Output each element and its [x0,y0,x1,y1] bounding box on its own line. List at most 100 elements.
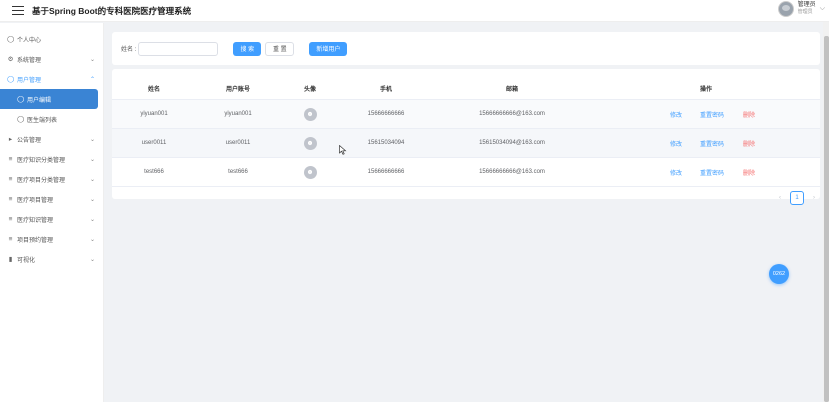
table-row: user0011 user0011 ☻ 15615034094 15615034… [112,129,820,158]
sidebar-item-label: 可视化 [17,257,36,264]
edit-link[interactable]: 修改 [670,129,682,157]
chevron-down-icon: ⌄ [89,156,95,163]
column-header: 操作 [699,87,712,93]
cell-phone: 15666666666 [367,169,405,175]
user-icon: ◯ [7,76,15,83]
sidebar-item-knowledge[interactable]: ≡ 医疗知识管理 ⌄ [0,209,103,229]
main-content: 姓名 : 搜 索 重 置 新增用户 姓名 用户账号 头像 手机 邮箱 操作 yi… [112,32,820,205]
sidebar-item-label: 公告管理 [17,137,42,144]
user-icon: ◯ [17,116,25,123]
chevron-down-icon: ⌄ [89,176,95,183]
chevron-down-icon: ⌄ [89,56,95,63]
sidebar-item-projects[interactable]: ≡ 医疗项目管理 ⌄ [0,189,103,209]
cell-account: test666 [228,169,248,175]
cell-email: 15615034094@163.com [479,140,545,146]
delete-link[interactable]: 删除 [743,158,755,186]
sidebar-item-label: 系统管理 [17,57,42,64]
user-table: 姓名 用户账号 头像 手机 邮箱 操作 yiyuan001 yiyuan001 … [112,69,820,199]
cell-account: yiyuan001 [224,111,252,117]
table-row: test666 test666 ☻ 15666666666 1566666666… [112,158,820,187]
list-icon: ≡ [8,155,13,163]
cell-email: 15666666666@163.com [479,111,545,117]
sidebar-item-profile[interactable]: ◯ 个人中心 [0,29,103,49]
scrollbar-thumb[interactable] [824,36,829,402]
name-search-label: 姓名 : [121,47,137,53]
sidebar-item-knowledge-category[interactable]: ≡ 医疗知识分类管理 ⌄ [0,149,103,169]
reset-password-link[interactable]: 重置密码 [700,129,724,157]
delete-link[interactable]: 删除 [743,129,755,157]
sidebar-item-visualization[interactable]: ▮ 可视化 ⌄ [0,249,103,269]
table-header: 姓名 用户账号 头像 手机 邮箱 操作 [112,78,820,100]
user-icon: ◯ [7,36,15,43]
sidebar: ◯ 个人中心 ⚙ 系统管理 ⌄ ◯ 用户管理 ⌃ ◯ 用户编辑 ◯ 医生端列表 … [0,23,104,402]
cell-phone: 15666666666 [367,111,405,117]
sidebar-item-project-category[interactable]: ≡ 医疗项目分类管理 ⌄ [0,169,103,189]
add-user-button[interactable]: 新增用户 [309,41,348,56]
sidebar-item-label: 医生端列表 [27,117,58,124]
sidebar-item-label: 医疗知识分类管理 [17,157,66,164]
sidebar-item-users[interactable]: ◯ 用户管理 ⌃ [0,69,103,89]
chevron-down-icon: ⌄ [89,236,95,243]
chevron-down-icon[interactable]: ⌵ [820,5,825,13]
gear-icon: ⚙ [7,56,14,63]
sidebar-item-appointments[interactable]: ≡ 项目预约管理 ⌄ [0,229,103,249]
sidebar-item-label: 用户编辑 [27,97,52,104]
sidebar-item-label: 医疗知识管理 [17,217,54,224]
cell-email: 15666666666@163.com [479,169,545,175]
chevron-up-icon: ⌃ [89,76,95,83]
sidebar-item-announcements[interactable]: ▸ 公告管理 ⌄ [0,129,103,149]
table-row: yiyuan001 yiyuan001 ☻ 15666666666 156666… [112,100,820,129]
chevron-down-icon: ⌄ [89,256,95,263]
column-header: 姓名 [147,87,160,93]
top-header: 基于Spring Boot的专科医院医疗管理系统 管理员 管理员 ⌵ [0,0,829,22]
prev-page-button[interactable]: ‹ [774,195,786,201]
cell-name: test666 [144,169,164,175]
delete-link[interactable]: 删除 [743,100,755,128]
user-icon: ◯ [17,96,25,103]
cell-account: user0011 [225,140,251,146]
cell-phone: 15615034094 [367,140,405,146]
list-icon: ≡ [8,215,13,223]
column-header: 邮箱 [505,87,518,93]
sidebar-item-doctor-list[interactable]: ◯ 医生端列表 [0,109,103,129]
hamburger-menu-icon[interactable] [12,6,24,15]
sidebar-item-label: 医疗项目分类管理 [17,177,66,184]
sidebar-item-system[interactable]: ⚙ 系统管理 ⌄ [0,49,103,69]
list-icon: ≡ [8,195,13,203]
list-icon: ≡ [8,235,13,243]
user-avatar-icon: ☻ [303,136,317,150]
user-avatar-icon: ☻ [303,107,317,121]
page-number-button[interactable]: 1 [790,191,804,205]
search-bar: 姓名 : 搜 索 重 置 新增用户 [112,32,820,65]
list-icon: ≡ [8,175,13,183]
cell-avatar: ☻ [280,158,340,186]
user-info: 管理员 管理员 [798,2,816,16]
cell-name: user0011 [141,140,167,146]
reset-password-link[interactable]: 重置密码 [700,100,724,128]
floating-action-button[interactable]: 0262 [769,264,789,284]
name-search-input[interactable] [138,41,219,56]
pagination: ‹ 1 › [774,191,820,205]
sidebar-item-label: 用户管理 [17,77,42,84]
column-header: 手机 [379,87,392,93]
edit-link[interactable]: 修改 [670,100,682,128]
search-button[interactable]: 搜 索 [233,41,262,56]
cell-name: yiyuan001 [140,111,168,117]
edit-link[interactable]: 修改 [670,158,682,186]
user-menu[interactable]: 管理员 管理员 ⌵ [777,1,825,17]
user-name: 管理员 [797,2,816,8]
mouse-cursor-icon [339,145,347,155]
next-page-button[interactable]: › [808,195,820,201]
app-title: 基于Spring Boot的专科医院医疗管理系统 [32,5,192,16]
column-header: 用户账号 [225,87,250,93]
sidebar-item-label: 个人中心 [17,37,42,44]
chevron-down-icon: ⌄ [89,136,95,143]
speaker-icon: ▸ [8,136,13,143]
column-header: 头像 [303,87,316,93]
reset-password-link[interactable]: 重置密码 [700,158,724,186]
user-avatar-icon: ☻ [303,165,317,179]
sidebar-item-user-edit[interactable]: ◯ 用户编辑 [0,89,98,109]
cell-avatar: ☻ [280,100,340,128]
user-avatar[interactable] [777,1,794,17]
reset-button[interactable]: 重 置 [265,41,295,56]
